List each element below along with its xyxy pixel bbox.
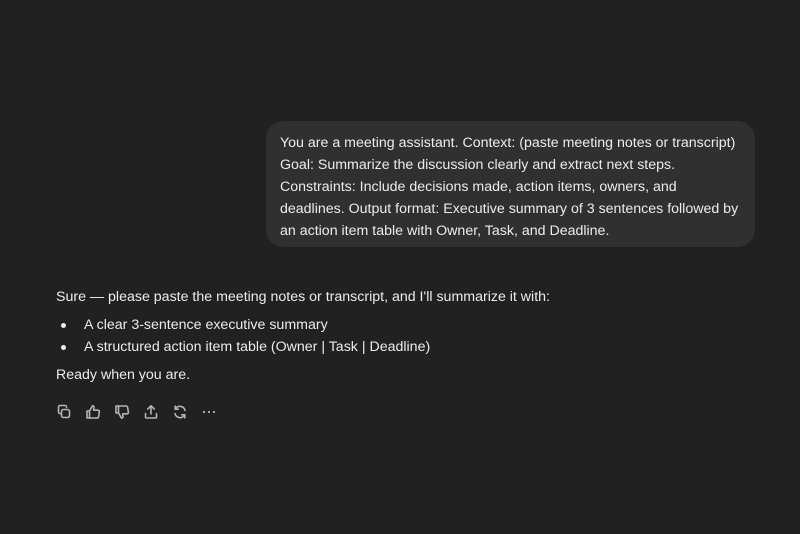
thumbs-up-button[interactable]	[83, 402, 103, 422]
thumbs-up-icon	[86, 405, 101, 419]
assistant-closing-text: Ready when you are.	[56, 367, 191, 383]
share-button[interactable]	[141, 402, 161, 422]
more-icon	[202, 410, 216, 414]
list-item: A clear 3-sentence executive summary	[56, 314, 756, 336]
assistant-intro-text: Sure — please paste the meeting notes or…	[56, 289, 550, 305]
user-message-text: You are a meeting assistant. Context: (p…	[280, 135, 739, 239]
regenerate-icon	[174, 405, 186, 419]
bullet-icon	[61, 345, 66, 350]
chat-page: You are a meeting assistant. Context: (p…	[0, 0, 800, 534]
bullet-icon	[61, 323, 66, 328]
share-icon	[144, 405, 158, 419]
copy-icon	[57, 404, 71, 419]
more-options-button[interactable]	[199, 402, 219, 422]
message-actions-toolbar	[54, 402, 219, 422]
regenerate-button[interactable]	[170, 402, 190, 422]
user-message-bubble: You are a meeting assistant. Context: (p…	[266, 121, 755, 247]
thumbs-down-icon	[115, 405, 130, 419]
copy-button[interactable]	[54, 402, 74, 422]
assistant-message: Sure — please paste the meeting notes or…	[56, 286, 756, 386]
list-item-text: A clear 3-sentence executive summary	[84, 317, 328, 333]
list-item: A structured action item table (Owner | …	[56, 336, 756, 358]
list-item-text: A structured action item table (Owner | …	[84, 339, 431, 355]
thumbs-down-button[interactable]	[112, 402, 132, 422]
assistant-bullet-list: A clear 3-sentence executive summary A s…	[56, 314, 756, 358]
